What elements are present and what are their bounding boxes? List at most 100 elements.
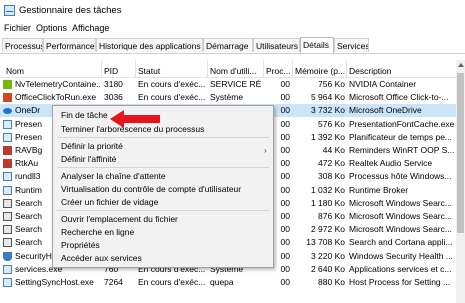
process-icon (3, 132, 12, 142)
context-menu: Fin de tâche Terminer l'arborescence du … (52, 105, 274, 268)
cell-mem: 876 Ko (318, 211, 345, 221)
col-memoire[interactable]: Mémoire (p... (295, 66, 345, 76)
cell-mem: 308 Ko (318, 171, 345, 182)
menu-item-virtualisation[interactable]: Virtualisation du contrôle de compte d'u… (61, 184, 241, 194)
tab-performance[interactable]: Performance (43, 38, 96, 52)
cell-desc: Reminders WinRT OOP S... (349, 145, 455, 155)
menu-item-ouvrir-emplacement[interactable]: Ouvrir l'emplacement du fichier (61, 214, 178, 224)
menu-separator (57, 137, 269, 138)
menu-item-fin-de-tache[interactable]: Fin de tâche (61, 110, 108, 120)
cell-status: En cours d'exéc... (138, 277, 206, 287)
menu-item-analyser-chaine[interactable]: Analyser la chaîne d'attente (61, 171, 166, 181)
scrollbar-thumb[interactable] (457, 73, 464, 233)
cell-mem: 1 180 Ko (310, 197, 345, 208)
cell-mem: 13 708 Ko (306, 237, 345, 248)
process-icon (3, 172, 12, 182)
cell-user: quepa (210, 277, 234, 287)
cell-desc: Search and Cortana appli... (349, 237, 453, 248)
menu-separator (57, 210, 269, 211)
cell-desc: Microsoft Windows Searc... (349, 197, 452, 208)
cell-desc: Planificateur de temps pe... (349, 131, 453, 142)
cell-pid: 7264 (104, 277, 123, 287)
search-icon (3, 198, 12, 208)
speaker-icon (3, 146, 12, 155)
tab-historique[interactable]: Historique des applications (96, 38, 203, 52)
cell-mem: 756 Ko (318, 79, 345, 89)
tab-services[interactable]: Services (334, 38, 369, 52)
cell-desc: Windows Security Health ... (349, 250, 453, 261)
col-user[interactable]: Nom d'utili... (210, 66, 257, 76)
menu-item-acceder-services[interactable]: Accéder aux services (61, 253, 142, 263)
cell-mem: 2 972 Ko (310, 224, 345, 235)
menu-fichier[interactable]: Fichier (4, 23, 31, 33)
menu-bar: Fichier Options Affichage (0, 22, 465, 37)
process-icon (3, 119, 12, 129)
cell-desc: Microsoft Windows Searc... (349, 211, 452, 221)
office-icon (3, 93, 12, 103)
tab-utilisateurs[interactable]: Utilisateurs (253, 38, 300, 52)
menu-item-fichier-vidage[interactable]: Créer un fichier de vidage (61, 197, 158, 207)
cell-mem: 472 Ko (318, 158, 345, 169)
speaker-icon (3, 159, 12, 169)
cell-user: SERVICE RÉ... (210, 79, 262, 89)
cell-desc: Processus hôte Windows... (349, 171, 452, 182)
cell-user: Système (210, 92, 244, 103)
cell-desc: Realtek Audio Service (349, 158, 433, 169)
tab-demarrage[interactable]: Démarrage (203, 38, 253, 52)
chevron-right-icon: › (264, 146, 267, 155)
search-icon (3, 225, 12, 235)
cell-mem: 1 032 Ko (310, 184, 345, 195)
cell-cpu: 00 (280, 277, 290, 287)
shield-icon (3, 251, 12, 261)
search-icon (3, 238, 12, 248)
menu-affichage[interactable]: Affichage (72, 23, 109, 33)
cell-mem: 5 964 Ko (310, 92, 345, 103)
table-header: Nom PID Statut Nom d'utili... Proc... Mé… (0, 60, 456, 78)
col-cpu[interactable]: Proc... (266, 66, 291, 76)
onedrive-icon (3, 108, 12, 115)
cell-desc: Host Process for Setting ... (349, 277, 451, 287)
cell-mem: 1 392 Ko (310, 131, 345, 142)
col-description[interactable]: Description (349, 66, 392, 76)
cell-mem: 3 732 Ko (310, 105, 345, 116)
vertical-scrollbar[interactable] (456, 60, 465, 303)
process-icon (3, 264, 12, 274)
cell-mem: 44 Ko (322, 145, 345, 155)
process-icon (3, 278, 12, 287)
tab-processus[interactable]: Processus (2, 38, 43, 52)
tab-strip: Processus Performance Historique des app… (0, 37, 465, 54)
col-pid[interactable]: PID (104, 66, 118, 76)
menu-item-recherche-en-ligne[interactable]: Recherche en ligne (61, 227, 134, 237)
scroll-up-icon[interactable] (458, 63, 464, 67)
menu-item-definir-affinite[interactable]: Définir l'affinité (61, 154, 116, 164)
nvidia-icon (3, 80, 12, 89)
table-row[interactable]: NvTelemetryContaine... 3180 En cours d'exé… (0, 78, 456, 91)
cell-mem: 880 Ko (318, 277, 345, 287)
cell-mem: 576 Ko (318, 118, 345, 129)
cell-mem: 2 640 Ko (310, 263, 345, 274)
menu-item-definir-priorite[interactable]: Définir la priorité (61, 141, 123, 151)
task-manager-icon (4, 5, 15, 16)
tab-details[interactable]: Détails (300, 37, 334, 53)
process-icon (3, 185, 12, 195)
cell-desc: Applications services et c... (349, 263, 452, 274)
cell-name: SettingSyncHost.exe (15, 277, 94, 287)
window-title: Gestionnaire des tâches (19, 5, 122, 16)
table-row[interactable]: SettingSyncHost.exe 7264 En cours d'exéc..… (0, 276, 456, 289)
menu-separator (57, 167, 269, 168)
cell-cpu: 00 (280, 92, 290, 103)
col-nom[interactable]: Nom (6, 66, 24, 76)
cell-pid: 3036 (104, 92, 123, 103)
red-arrow-icon (110, 110, 160, 128)
col-statut[interactable]: Statut (138, 66, 160, 76)
cell-desc: Runtime Broker (349, 184, 409, 195)
cell-mem: 3 220 Ko (310, 250, 345, 261)
cell-name: OfficeClickToRun.exe (15, 92, 97, 103)
cell-status: En cours d'exéc... (138, 79, 206, 89)
table-row[interactable]: OfficeClickToRun.exe 3036 En cours d'exéc.… (0, 91, 456, 104)
menu-options[interactable]: Options (36, 23, 67, 33)
cell-desc: Microsoft OneDrive (349, 105, 422, 116)
menu-item-proprietes[interactable]: Propriétés (61, 240, 100, 250)
title-bar: Gestionnaire des tâches (0, 0, 465, 22)
cell-cpu: 00 (280, 79, 290, 89)
